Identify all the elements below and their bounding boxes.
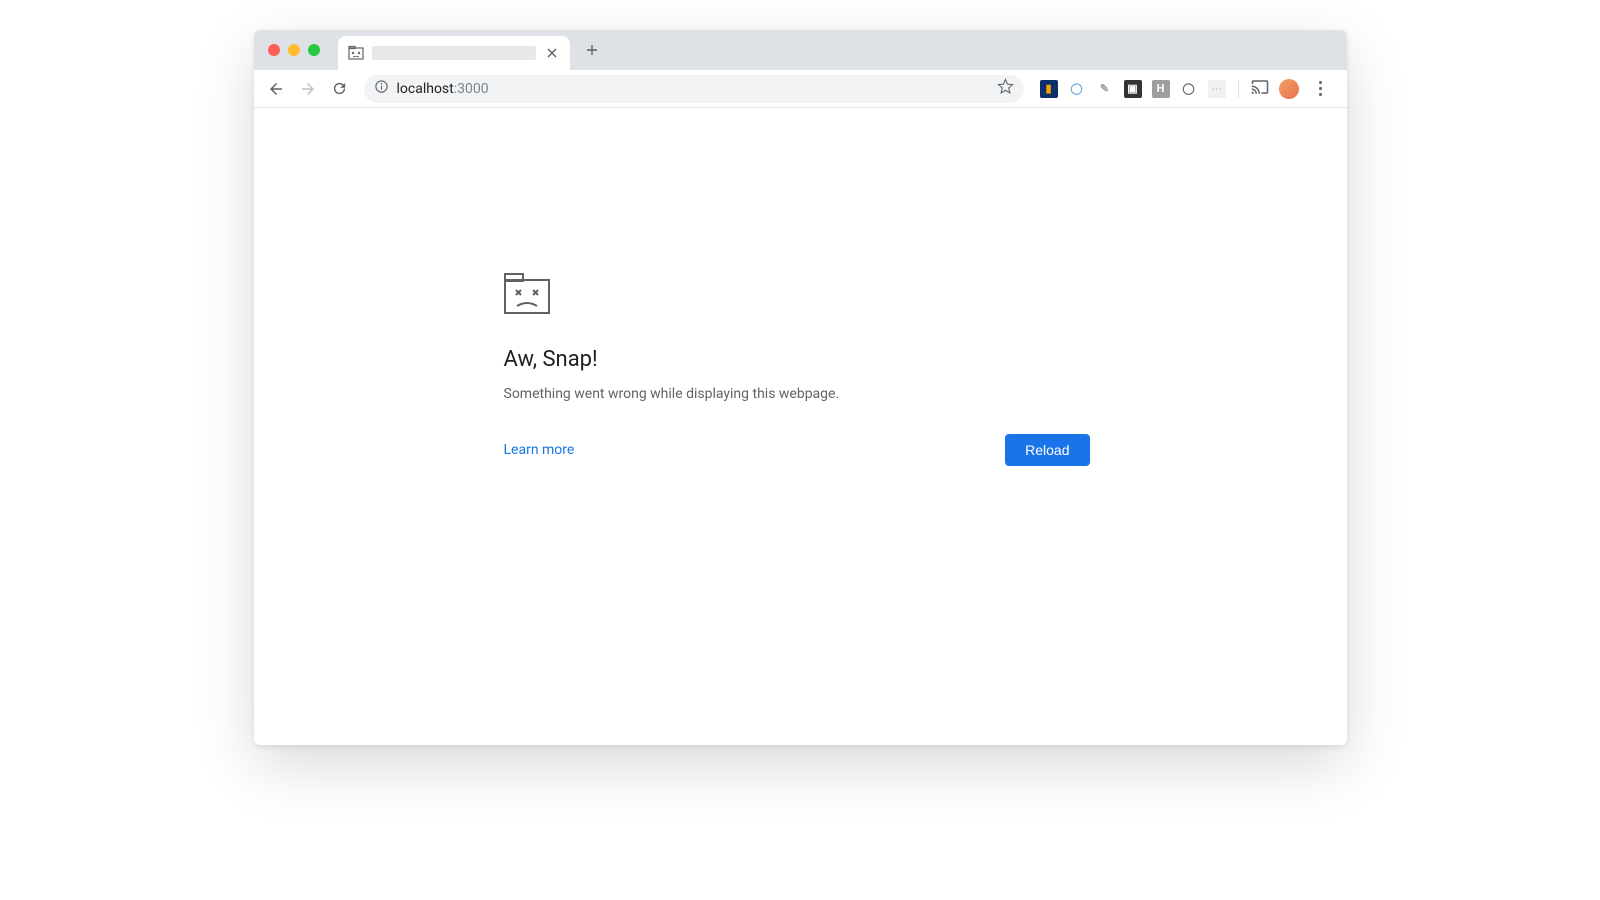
- extension-icon[interactable]: ◯: [1068, 80, 1086, 98]
- error-message: Something went wrong while displaying th…: [504, 386, 1090, 402]
- tab-close-icon[interactable]: [544, 45, 560, 61]
- site-info-icon[interactable]: [374, 79, 389, 98]
- extension-icon[interactable]: ✎: [1096, 80, 1114, 98]
- error-interstitial: Aw, Snap! Something went wrong while dis…: [504, 273, 1090, 466]
- extension-icon[interactable]: ◯: [1180, 80, 1198, 98]
- extension-icon[interactable]: ▮: [1040, 80, 1058, 98]
- browser-window: localhost:3000 ▮ ◯ ✎ ▣ H ◯ ⋯: [254, 30, 1347, 745]
- forward-button[interactable]: [294, 75, 322, 103]
- sad-tab-favicon-icon: [348, 45, 364, 61]
- error-actions: Learn more Reload: [504, 434, 1090, 466]
- browser-toolbar: localhost:3000 ▮ ◯ ✎ ▣ H ◯ ⋯: [254, 70, 1347, 108]
- back-button[interactable]: [262, 75, 290, 103]
- learn-more-link[interactable]: Learn more: [504, 442, 575, 458]
- url-port: :3000: [454, 81, 489, 97]
- extension-icon[interactable]: ⋯: [1208, 80, 1226, 98]
- toolbar-separator: [1238, 80, 1239, 98]
- chrome-menu-button[interactable]: [1309, 77, 1333, 101]
- profile-avatar[interactable]: [1279, 79, 1299, 99]
- window-controls: [268, 44, 320, 56]
- reload-nav-button[interactable]: [326, 75, 354, 103]
- new-tab-button[interactable]: [578, 36, 606, 64]
- tab-strip: [254, 30, 1347, 70]
- window-close-button[interactable]: [268, 44, 280, 56]
- bookmark-star-icon[interactable]: [997, 78, 1014, 99]
- address-bar[interactable]: localhost:3000: [364, 75, 1024, 103]
- extension-icon[interactable]: H: [1152, 80, 1170, 98]
- reload-button[interactable]: Reload: [1005, 434, 1089, 466]
- page-content: Aw, Snap! Something went wrong while dis…: [254, 108, 1347, 745]
- error-title: Aw, Snap!: [504, 347, 1090, 372]
- browser-tab[interactable]: [338, 36, 570, 70]
- cast-icon[interactable]: [1251, 78, 1269, 100]
- extension-icon[interactable]: ▣: [1124, 80, 1142, 98]
- window-minimize-button[interactable]: [288, 44, 300, 56]
- window-maximize-button[interactable]: [308, 44, 320, 56]
- tab-title: [372, 46, 536, 60]
- url-host: localhost: [397, 81, 454, 97]
- url-text: localhost:3000: [397, 81, 489, 97]
- extensions-row: ▮ ◯ ✎ ▣ H ◯ ⋯: [1034, 77, 1339, 101]
- sad-folder-icon: [504, 273, 1090, 319]
